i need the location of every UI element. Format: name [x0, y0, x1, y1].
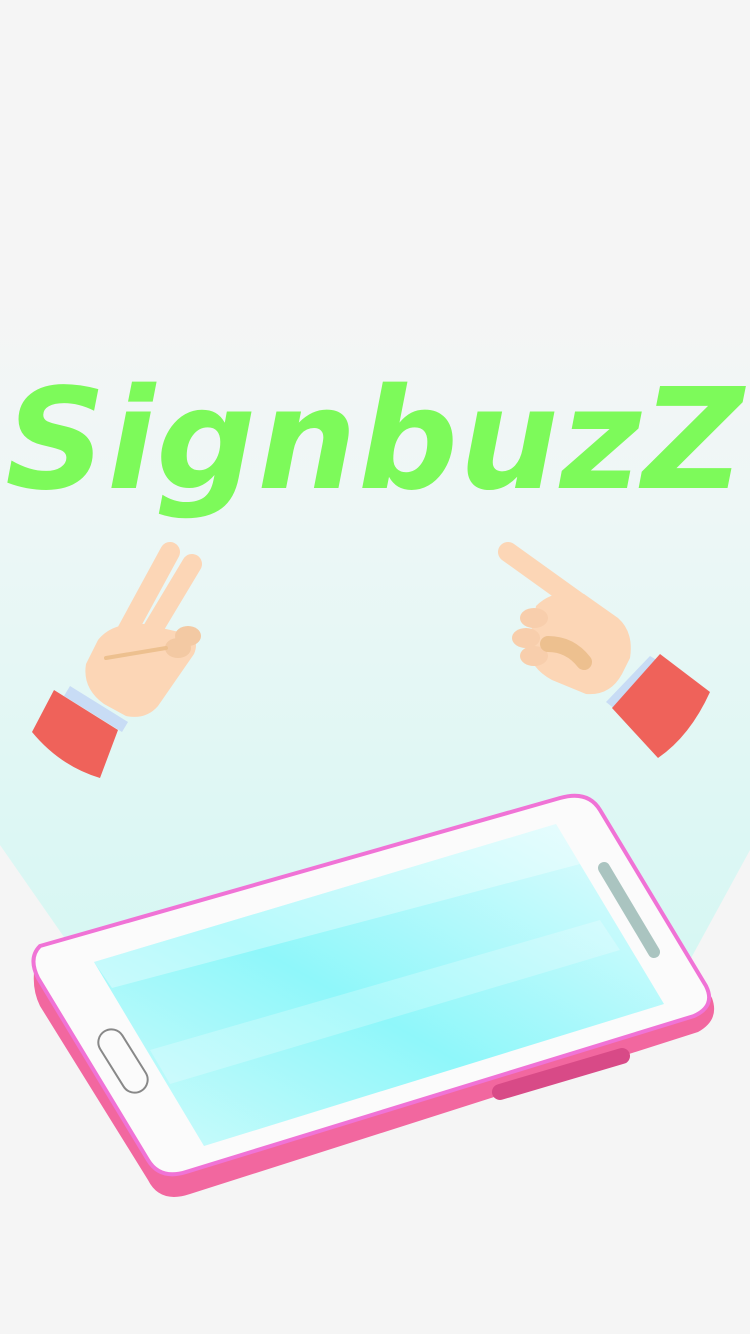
smartphone-illustration-icon [31, 793, 715, 1197]
pointing-hand-icon [498, 542, 710, 758]
splash-screen: SignbuzZ [0, 0, 750, 1334]
peace-sign-hand-icon [32, 542, 202, 778]
app-title: SignbuzZ [5, 359, 745, 522]
